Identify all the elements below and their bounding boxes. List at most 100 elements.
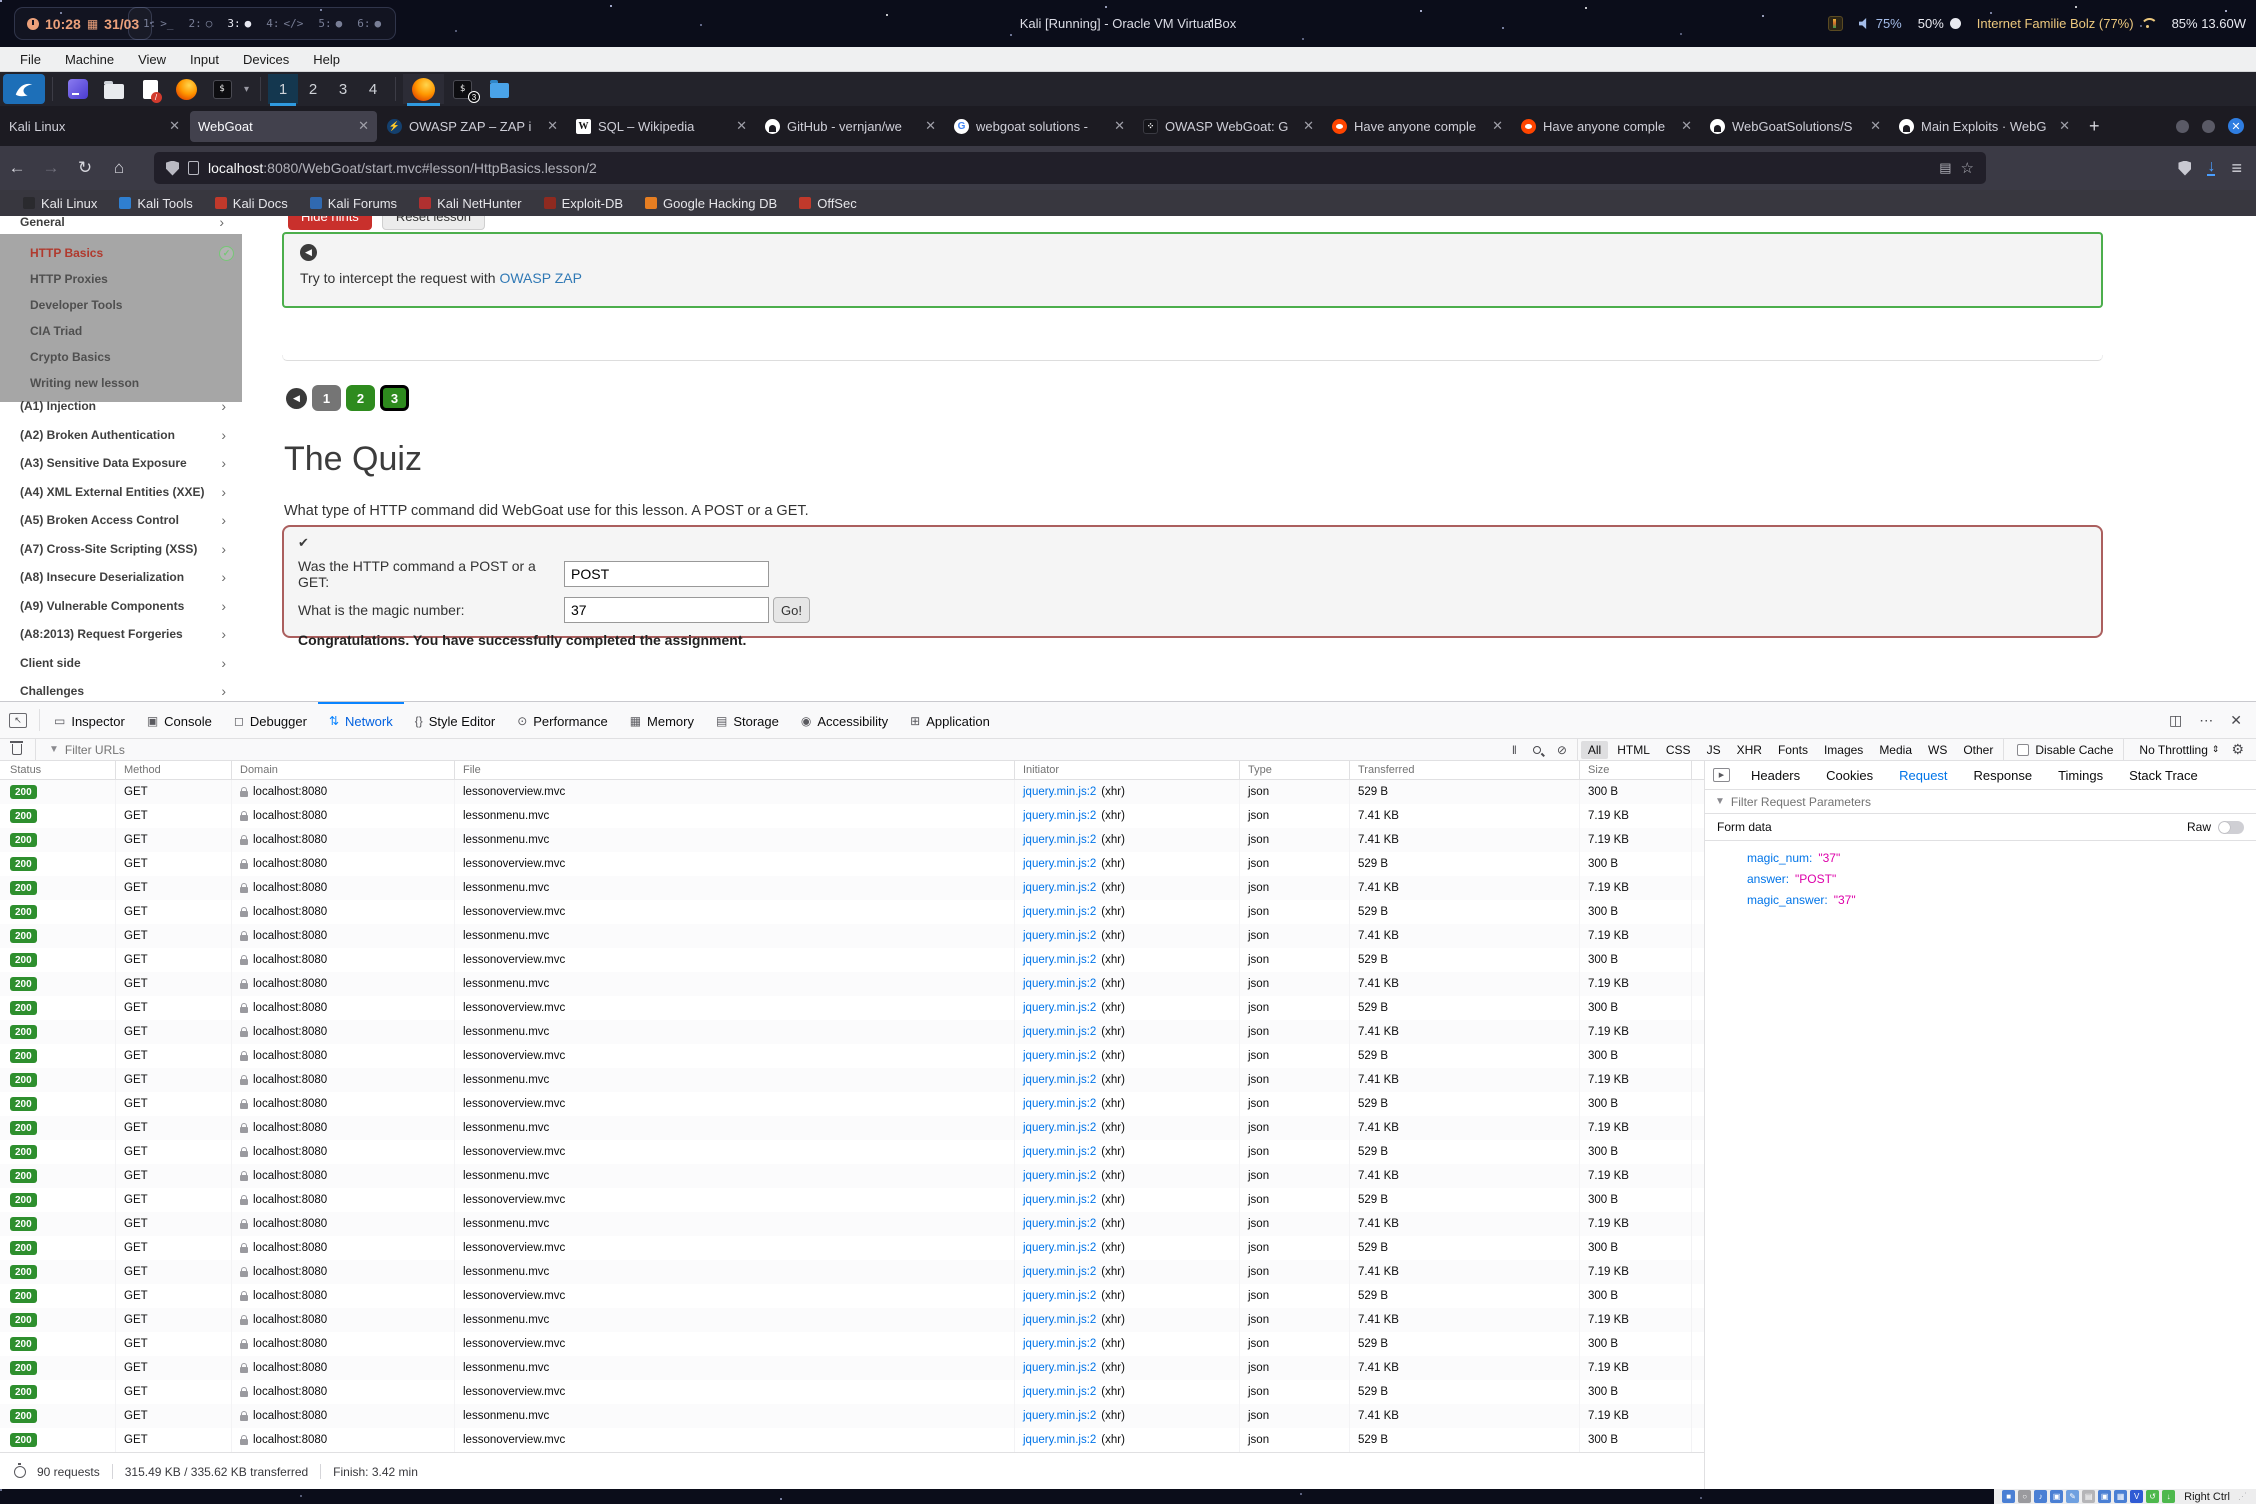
page-back-icon[interactable]: ◀: [286, 388, 307, 409]
tab-close-icon[interactable]: ✕: [358, 118, 369, 134]
q2-input[interactable]: [564, 597, 769, 623]
initiator-link[interactable]: jquery.min.js:2: [1023, 882, 1096, 894]
initiator-link[interactable]: jquery.min.js:2: [1023, 786, 1096, 798]
request-row[interactable]: 200 GET localhost:8080 lessonmenu.mvc jq…: [0, 1020, 1704, 1044]
request-row[interactable]: 200 GET localhost:8080 lessonmenu.mvc jq…: [0, 1260, 1704, 1284]
sidebar-category[interactable]: Challenges: [0, 677, 242, 701]
workspace-indicator[interactable]: 1: >_ 2: ○ 3: ● 4: </> 5: ● 6: ●: [128, 7, 396, 40]
tab-close-icon[interactable]: ✕: [1492, 118, 1503, 134]
q1-input[interactable]: [564, 561, 769, 587]
expand-panel-icon[interactable]: ▶: [1713, 768, 1730, 782]
initiator-link[interactable]: jquery.min.js:2: [1023, 1434, 1096, 1446]
bookmark-item[interactable]: Kali Docs: [206, 194, 297, 213]
sidebar-lesson-item[interactable]: Crypto Basics ✓: [0, 344, 242, 370]
type-filter-chip[interactable]: HTML: [1610, 741, 1657, 759]
bookmark-item[interactable]: Google Hacking DB: [636, 194, 786, 213]
kali-apps-button[interactable]: [3, 74, 45, 104]
page-button[interactable]: 2: [346, 385, 375, 411]
new-tab-button[interactable]: +: [2089, 116, 2100, 137]
vbox-status-icon[interactable]: ♪: [2034, 1490, 2047, 1503]
column-header[interactable]: Method: [116, 761, 232, 779]
request-row[interactable]: 200 GET localhost:8080 lessonoverview.mv…: [0, 900, 1704, 924]
form-data-param[interactable]: answer "POST": [1747, 872, 2256, 893]
taskbar-window-terminal[interactable]: $ 3: [444, 74, 481, 104]
vbox-menu-item[interactable]: View: [128, 50, 176, 69]
column-header[interactable]: File: [455, 761, 1015, 779]
tab-close-icon[interactable]: ✕: [169, 118, 180, 134]
go-button[interactable]: Go!: [773, 597, 810, 623]
initiator-link[interactable]: jquery.min.js:2: [1023, 1050, 1096, 1062]
reload-button[interactable]: ↻: [68, 158, 102, 178]
vbox-menu-item[interactable]: Machine: [55, 50, 124, 69]
details-tab[interactable]: Cookies: [1813, 761, 1886, 789]
close-button[interactable]: ✕: [2228, 118, 2244, 134]
tool-tab[interactable]: ◉ Accessibility: [790, 702, 899, 738]
raw-toggle[interactable]: [2218, 821, 2244, 834]
sidebar-category[interactable]: (A4) XML External Entities (XXE): [0, 478, 242, 507]
vbox-status-icon[interactable]: ✎: [2066, 1490, 2079, 1503]
request-row[interactable]: 200 GET localhost:8080 lessonoverview.mv…: [0, 996, 1704, 1020]
initiator-link[interactable]: jquery.min.js:2: [1023, 1098, 1096, 1110]
hide-hints-button[interactable]: Hide hints: [288, 216, 372, 230]
request-row[interactable]: 200 GET localhost:8080 lessonmenu.mvc jq…: [0, 1356, 1704, 1380]
request-row[interactable]: 200 GET localhost:8080 lessonoverview.mv…: [0, 1284, 1704, 1308]
initiator-link[interactable]: jquery.min.js:2: [1023, 930, 1096, 942]
type-filter-chip[interactable]: CSS: [1659, 741, 1698, 759]
initiator-link[interactable]: jquery.min.js:2: [1023, 1410, 1096, 1422]
browser-tab[interactable]: webgoat solutions - ✕: [946, 111, 1133, 142]
downloads-icon[interactable]: ↓: [2207, 160, 2215, 176]
launcher-dropdown-icon[interactable]: ▾: [244, 84, 249, 95]
sidebar-category[interactable]: Client side: [0, 649, 242, 678]
request-row[interactable]: 200 GET localhost:8080 lessonmenu.mvc jq…: [0, 1164, 1704, 1188]
brightness-widget[interactable]: 50%: [1918, 16, 1961, 31]
details-tab[interactable]: Request: [1886, 761, 1960, 789]
request-row[interactable]: 200 GET localhost:8080 lessonoverview.mv…: [0, 1332, 1704, 1356]
request-row[interactable]: 200 GET localhost:8080 lessonmenu.mvc jq…: [0, 972, 1704, 996]
pause-icon[interactable]: ‖: [1512, 743, 1517, 757]
vbox-status-icon[interactable]: ▦: [2114, 1490, 2127, 1503]
minimize-button[interactable]: [2176, 120, 2189, 133]
sidebar-category[interactable]: (A8) Insecure Deserialization: [0, 563, 242, 592]
request-row[interactable]: 200 GET localhost:8080 lessonoverview.mv…: [0, 1380, 1704, 1404]
bookmark-item[interactable]: Kali Tools: [110, 194, 201, 213]
workspace-button[interactable]: 4: [358, 74, 388, 104]
browser-tab[interactable]: GitHub - vernjan/we ✕: [757, 111, 944, 142]
details-tab[interactable]: Headers: [1738, 761, 1813, 789]
text-editor-icon[interactable]: [139, 78, 161, 100]
request-row[interactable]: 200 GET localhost:8080 lessonoverview.mv…: [0, 1428, 1704, 1452]
terminal-launcher-icon[interactable]: $: [211, 78, 233, 100]
workspace-slot[interactable]: 6: ●: [357, 17, 381, 30]
request-row[interactable]: 200 GET localhost:8080 lessonoverview.mv…: [0, 780, 1704, 804]
initiator-link[interactable]: jquery.min.js:2: [1023, 978, 1096, 990]
initiator-link[interactable]: jquery.min.js:2: [1023, 1026, 1096, 1038]
bookmark-item[interactable]: OffSec: [790, 194, 866, 213]
tool-tab[interactable]: ▣ Console: [136, 702, 223, 738]
column-header[interactable]: Type: [1240, 761, 1350, 779]
request-row[interactable]: 200 GET localhost:8080 lessonmenu.mvc jq…: [0, 804, 1704, 828]
browser-tab[interactable]: OWASP ZAP – ZAP i ✕: [379, 111, 566, 142]
responsive-mode-icon[interactable]: ◫: [2169, 712, 2182, 729]
bookmark-item[interactable]: Kali Linux: [14, 194, 106, 213]
browser-tab[interactable]: Main Exploits · WebG ✕: [1891, 111, 2078, 142]
resize-grip[interactable]: ⋰: [2238, 1491, 2248, 1502]
tool-tab[interactable]: ⊙ Performance: [506, 702, 618, 738]
tool-tab[interactable]: ◻ Debugger: [223, 702, 318, 738]
type-filter-chip[interactable]: XHR: [1730, 741, 1769, 759]
workspace-slot[interactable]: 4: </>: [266, 17, 303, 30]
vbox-status-icon[interactable]: ↓: [2162, 1490, 2175, 1503]
column-header[interactable]: Size: [1580, 761, 1692, 779]
hamburger-menu-icon[interactable]: ≡: [2231, 158, 2242, 179]
initiator-link[interactable]: jquery.min.js:2: [1023, 1146, 1096, 1158]
site-info-icon[interactable]: [188, 161, 199, 175]
column-header[interactable]: Transferred: [1350, 761, 1580, 779]
type-filter-chip[interactable]: Other: [1956, 741, 2000, 759]
initiator-link[interactable]: jquery.min.js:2: [1023, 858, 1096, 870]
tool-tab[interactable]: {} Style Editor: [404, 702, 507, 738]
sidebar-item-general[interactable]: General: [0, 216, 242, 234]
taskbar-window-firefox[interactable]: [403, 74, 444, 104]
throttling-select[interactable]: No Throttling ⇕: [2139, 743, 2219, 757]
sidebar-category[interactable]: (A7) Cross-Site Scripting (XSS): [0, 535, 242, 564]
initiator-link[interactable]: jquery.min.js:2: [1023, 834, 1096, 846]
initiator-link[interactable]: jquery.min.js:2: [1023, 1122, 1096, 1134]
sidebar-lesson-item[interactable]: Developer Tools ✓: [0, 292, 242, 318]
